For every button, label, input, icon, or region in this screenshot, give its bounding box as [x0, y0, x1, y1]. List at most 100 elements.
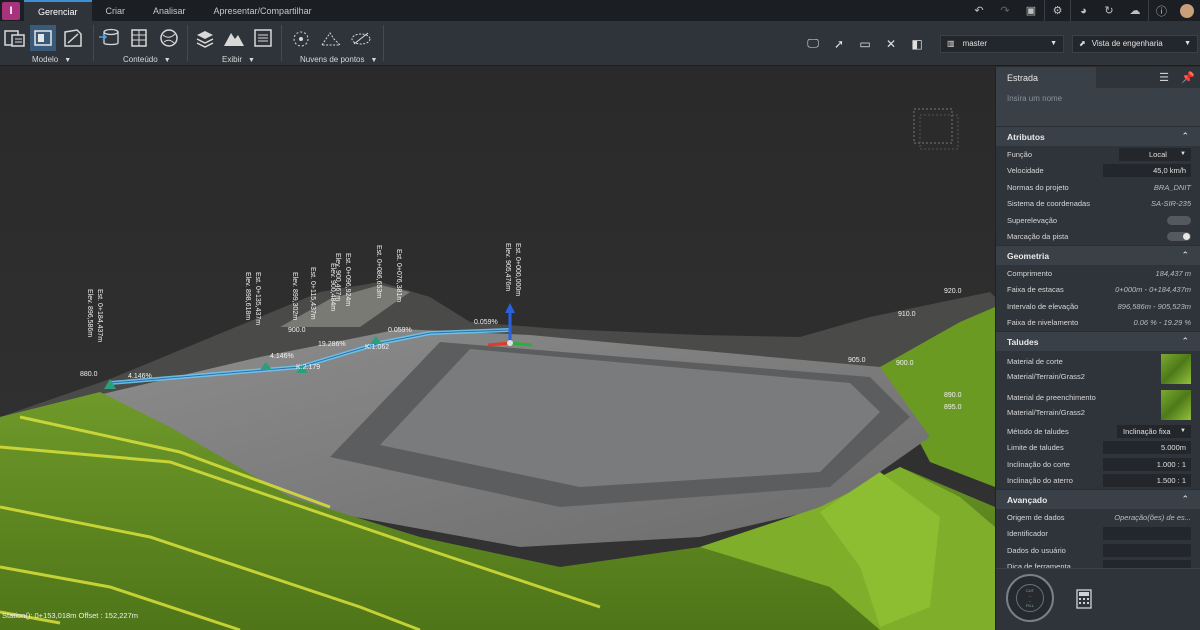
- annotation-layer: 880.0 900.0 920.0 910.0 905.0 900.0 890.…: [0, 67, 995, 630]
- prop-marcacao: Marcação da pista: [996, 229, 1200, 246]
- panel-toggle-icon[interactable]: ◧: [906, 33, 928, 55]
- cloud-icon[interactable]: ☁: [1122, 0, 1148, 21]
- model-list-icon[interactable]: [2, 25, 28, 51]
- avatar[interactable]: [1174, 0, 1200, 21]
- select-arrow-icon[interactable]: ➚: [828, 33, 850, 55]
- list-panel-icon[interactable]: [250, 25, 276, 51]
- menu-tab-bar: I Gerenciar Criar Analisar Apresentar/Co…: [0, 0, 1200, 21]
- point-cloud-lines-icon[interactable]: [348, 25, 374, 51]
- tab-criar[interactable]: Criar: [92, 0, 140, 21]
- panel-tab-estrada[interactable]: Estrada: [996, 67, 1096, 88]
- layers-icon[interactable]: [192, 25, 218, 51]
- ribbon-group-conteudo: Conteúdo ▼: [94, 21, 186, 66]
- metodo-select[interactable]: Inclinação fixa ▼: [1117, 424, 1191, 438]
- tab-apresentar[interactable]: Apresentar/Compartilhar: [200, 0, 326, 21]
- section-avancado[interactable]: Avançado ⌃: [996, 489, 1200, 509]
- point-cloud-icon[interactable]: [288, 25, 314, 51]
- globe-icon[interactable]: ◕: [1070, 0, 1096, 21]
- tab-analisar[interactable]: Analisar: [139, 0, 200, 21]
- ribbon-group-label-modelo[interactable]: Modelo ▼: [32, 55, 71, 64]
- view-dropdown[interactable]: ⬈ Vista de engenharia ▼: [1072, 34, 1198, 53]
- panel-footer: CUT -- -- FILL: [996, 568, 1200, 630]
- model-view-icon[interactable]: [30, 25, 56, 51]
- screen-icon[interactable]: ▣: [1018, 0, 1044, 21]
- station-label: Est. 0+184,437m Elev. 896,586m: [86, 289, 103, 343]
- funcao-select[interactable]: Local ▼: [1119, 147, 1191, 161]
- table-icon[interactable]: [126, 25, 152, 51]
- prop-incl-aterro: Inclinação do aterro 1.500 : 1: [996, 473, 1200, 490]
- prop-material-corte: Material de corte Material/Terrain/Grass2: [996, 351, 1200, 387]
- app-window: I Gerenciar Criar Analisar Apresentar/Co…: [0, 0, 1200, 630]
- incl-aterro-input[interactable]: 1.500 : 1: [1103, 474, 1191, 488]
- chevron-up-icon: ⌃: [1181, 250, 1189, 260]
- prop-incl-corte: Inclinação do corte 1.000 : 1: [996, 456, 1200, 473]
- help-icon[interactable]: ⓘ: [1148, 0, 1174, 21]
- contour-label: 880.0: [80, 371, 98, 378]
- prop-velocidade: Velocidade 45,0 km/h: [996, 163, 1200, 180]
- prop-identificador: Identificador: [996, 526, 1200, 543]
- incl-corte-input[interactable]: 1.000 : 1: [1103, 457, 1191, 471]
- limite-input[interactable]: 5.000m: [1103, 441, 1191, 455]
- section-geometria[interactable]: Geometria ⌃: [996, 245, 1200, 265]
- contour-label: 900.0: [288, 327, 306, 334]
- vc-label: K:2.179: [296, 364, 321, 371]
- prop-limite: Limite de taludes 5.000m: [996, 440, 1200, 457]
- terrain-icon[interactable]: [221, 25, 247, 51]
- prop-comprimento: Comprimento 184,437 m: [1007, 268, 1191, 278]
- ribbon-group-label-conteudo[interactable]: Conteúdo ▼: [123, 55, 171, 64]
- station-label: Est. 0+115,437m: [309, 267, 316, 320]
- material-swatch[interactable]: [1161, 390, 1191, 420]
- prop-origem: Origem de dados Operação(ões) de es...: [1007, 512, 1191, 522]
- grade-label: 4.146%: [128, 373, 152, 380]
- prop-sistema: Sistema de coordenadas SA-SIR-235: [1007, 199, 1191, 209]
- marcacao-toggle[interactable]: [1167, 232, 1191, 242]
- version-dropdown[interactable]: ▥ master ▼: [940, 34, 1064, 53]
- superelevacao-toggle[interactable]: [1167, 215, 1191, 225]
- 3d-viewport[interactable]: 880.0 900.0 920.0 910.0 905.0 900.0 890.…: [0, 67, 995, 630]
- calculator-icon[interactable]: [1076, 589, 1092, 609]
- velocidade-input[interactable]: 45,0 km/h: [1103, 164, 1191, 178]
- prop-faixa-estacas: Faixa de estacas 0+000m - 0+184,437m: [1007, 285, 1191, 295]
- redo-icon[interactable]: ↷: [992, 0, 1018, 21]
- prop-metodo: Método de taludes Inclinação fixa ▼: [996, 423, 1200, 440]
- point-cloud-terrain-icon[interactable]: [318, 25, 344, 51]
- undo-icon[interactable]: ↶: [966, 0, 992, 21]
- grade-label: 0.059%: [474, 319, 498, 326]
- name-input[interactable]: Insira um nome: [996, 88, 1200, 126]
- identificador-input[interactable]: [1103, 527, 1191, 541]
- chevron-up-icon: ⌃: [1181, 131, 1189, 141]
- pin-icon[interactable]: 📌: [1176, 67, 1200, 88]
- tools-icon[interactable]: ✕: [880, 33, 902, 55]
- contour-label: 905.0: [848, 357, 866, 364]
- world-map-icon[interactable]: [156, 25, 182, 51]
- data-import-icon[interactable]: [96, 25, 122, 51]
- refresh-icon[interactable]: ↻: [1096, 0, 1122, 21]
- menu-icon[interactable]: ☰: [1152, 67, 1176, 88]
- gear-icon[interactable]: ⚙: [1044, 0, 1070, 21]
- ribbon-group-label-nuvens[interactable]: Nuvens de pontos ▼: [300, 55, 377, 64]
- ribbon: Modelo ▼ Conteúdo ▼ Exibir ▼ Nuvens de p…: [0, 21, 1200, 66]
- ribbon-group-exibir: Exibir ▼: [188, 21, 280, 66]
- app-logo: I: [2, 1, 20, 20]
- ribbon-group-label-exibir[interactable]: Exibir ▼: [222, 55, 255, 64]
- dados-input[interactable]: [1103, 543, 1191, 557]
- section-atributos[interactable]: Atributos ⌃: [996, 126, 1200, 146]
- station-label: Est. 0+000,000m Elev. 905,476m: [504, 243, 521, 297]
- prop-superelevacao: Superelevação: [996, 212, 1200, 229]
- measure-icon[interactable]: ▭: [854, 33, 876, 55]
- prop-funcao: Função Local ▼: [996, 146, 1200, 163]
- contour-label: 890.0: [944, 392, 962, 399]
- presentation-icon[interactable]: 🖵: [802, 33, 824, 55]
- prop-material-preenchimento: Material de preenchimento Material/Terrai…: [996, 387, 1200, 423]
- section-taludes[interactable]: Taludes ⌃: [996, 331, 1200, 351]
- station-readout: Station(): 0+153,018m Offset : 152,227m: [2, 611, 138, 620]
- prop-intervalo: Intervalo de elevação 896,586m - 905,523m: [1007, 301, 1191, 311]
- prop-nivelamento: Faixa de nivelamento 0.06 % - 19.29 %: [1007, 318, 1191, 328]
- tab-gerenciar[interactable]: Gerenciar: [24, 0, 92, 21]
- cut-fill-gauge[interactable]: CUT -- -- FILL: [1006, 574, 1054, 622]
- station-label: Est. 0+096,924m Elev. 900,467m: [334, 253, 351, 307]
- material-swatch[interactable]: [1161, 354, 1191, 384]
- grade-label: 0.059%: [388, 327, 412, 334]
- chevron-up-icon: ⌃: [1181, 336, 1189, 346]
- model-properties-icon[interactable]: [60, 25, 86, 51]
